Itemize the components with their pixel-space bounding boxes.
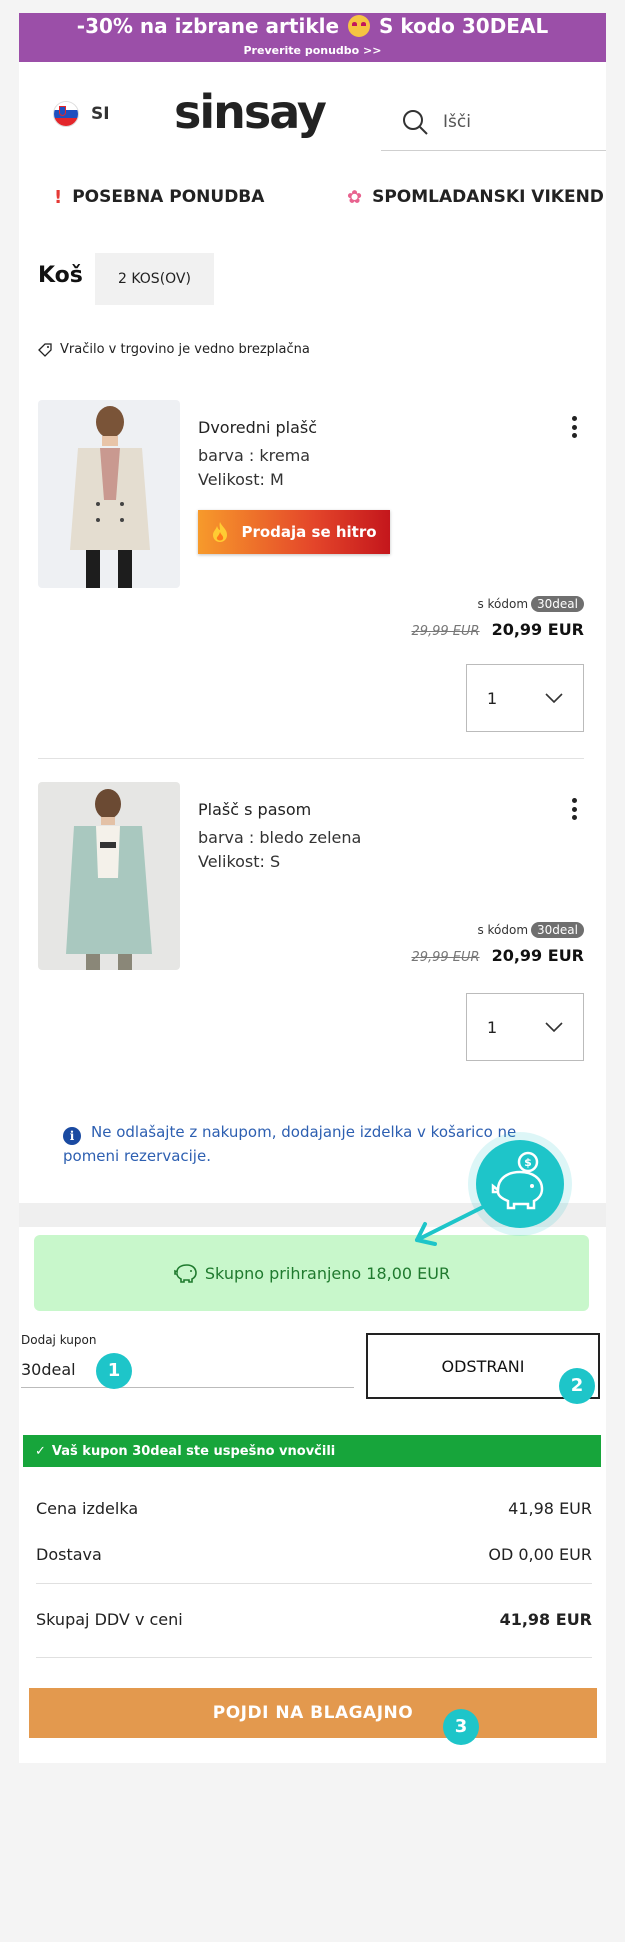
old-price: 29,99 EUR [411,624,480,639]
nav-item-label: SPOMLADANSKI VIKEND [372,187,604,207]
summary-divider [36,1657,592,1658]
items-price-label: Cena izdelka [36,1499,139,1518]
product-size: Velikost: S [198,852,281,871]
annotation-step-1: 1 [96,1353,132,1389]
quantity-select[interactable]: 1 [466,664,584,732]
info-text: Ne odlašajte z nakupom, dodajanje izdelk… [63,1123,517,1165]
slovenia-flag-icon [53,101,79,127]
summary-total-row: Skupaj DDV v ceni 41,98 EUR [36,1610,592,1629]
summary-shipping-row: Dostava OD 0,00 EUR [36,1545,592,1564]
exclamation-icon: ! [54,186,63,208]
cart-item: Plašč s pasom barva : bledo zelena Velik… [38,782,584,1072]
returns-note: Vračilo v trgovino je vedno brezplačna [38,342,310,357]
discount-code-line: s kódom 30deal [477,922,584,938]
piggy-bank-icon [174,1264,197,1283]
cart-item: Dvoredni plašč barva : krema Velikost: M… [38,400,584,740]
nav-item-spring-weekend[interactable]: ✿ SPOMLADANSKI VIKEND [347,173,604,221]
code-prefix: s kódom [477,923,529,937]
quantity-select[interactable]: 1 [466,993,584,1061]
selling-fast-badge: Prodaja se hitro [198,510,390,554]
shipping-label: Dostava [36,1545,102,1564]
search-icon[interactable] [401,108,429,136]
old-price: 29,99 EUR [411,950,480,965]
promo-headline: -30% na izbrane artikle S kodo 30DEAL [19,13,606,39]
item-divider [38,758,584,759]
info-icon: i [63,1127,81,1145]
annotation-arrow-icon [415,1204,487,1246]
coupon-success-text: Vaš kupon 30deal ste uspešno vnovčili [51,1443,336,1459]
discount-code-line: s kódom 30deal [477,596,584,612]
returns-note-text: Vračilo v trgovino je vedno brezplačna [60,342,310,357]
savings-text: Skupno prihranjeno 18,00 EUR [204,1263,451,1283]
annotation-step-2: 2 [559,1368,595,1404]
promo-link[interactable]: Preverite ponudbo >> [19,44,606,58]
price-line: 29,99 EUR 20,99 EUR [411,946,584,965]
coupon-success-banner: ✓ Vaš kupon 30deal ste uspešno vnovčili [23,1435,601,1467]
more-options-icon[interactable] [564,414,584,440]
shipping-value: OD 0,00 EUR [488,1545,592,1564]
price-line: 29,99 EUR 20,99 EUR [411,620,584,639]
quantity-value: 1 [487,688,498,708]
product-image-belted-coat[interactable] [38,782,180,970]
tag-icon [38,342,52,357]
product-name[interactable]: Plašč s pasom [198,800,311,819]
chevron-down-icon [545,693,563,703]
fire-icon [213,522,228,542]
promo-discount-text: -30% na izbrane artikle [76,14,340,38]
nav-item-special-offer[interactable]: ! POSEBNA PONUDBA [54,173,264,221]
product-color: barva : krema [198,446,311,465]
product-color: barva : bledo zelena [198,828,362,847]
annotation-step-3: 3 [443,1709,479,1745]
summary-divider [36,1583,592,1584]
quantity-value: 1 [487,1017,498,1037]
coupon-input[interactable] [21,1351,354,1388]
more-options-icon[interactable] [564,796,584,822]
nav-item-label: POSEBNA PONUDBA [72,187,265,207]
language-label: SI [91,104,110,124]
search-input[interactable] [443,111,593,132]
total-label: Skupaj DDV v ceni [36,1610,183,1629]
search-bar[interactable] [381,93,606,151]
cart-count-badge: 2 KOS(OV) [95,253,214,305]
heart-eyes-emoji-icon [348,15,371,37]
chevron-down-icon [545,1022,563,1032]
checkout-button[interactable]: POJDI NA BLAGAJNO [29,1688,597,1738]
cart-page: -30% na izbrane artikle S kodo 30DEAL Pr… [19,13,606,1763]
items-price-value: 41,98 EUR [508,1499,592,1518]
new-price: 20,99 EUR [491,946,584,965]
code-pill: 30deal [531,922,584,938]
category-nav: ! POSEBNA PONUDBA ✿ SPOMLADANSKI VIKEND [19,173,606,221]
flower-icon: ✿ [347,186,363,208]
new-price: 20,99 EUR [491,620,584,639]
summary-items-row: Cena izdelka 41,98 EUR [36,1499,592,1518]
coupon-label: Dodaj kupon [21,1333,97,1347]
code-pill: 30deal [531,596,584,612]
badge-label: Prodaja se hitro [241,523,377,541]
sinsay-logo[interactable]: sinsay [174,85,327,139]
svg-text:$: $ [524,1156,532,1169]
promo-banner[interactable]: -30% na izbrane artikle S kodo 30DEAL Pr… [19,13,606,62]
cart-title: Koš [38,263,83,288]
savings-banner: Skupno prihranjeno 18,00 EUR [34,1235,589,1311]
total-value: 41,98 EUR [499,1610,592,1629]
checkmark-icon: ✓ [35,1443,46,1459]
product-size: Velikost: M [198,470,284,489]
product-image-double-breasted-coat[interactable] [38,400,180,588]
code-prefix: s kódom [477,597,529,611]
promo-code-text: S kodo 30DEAL [378,14,549,38]
reservation-info: i Ne odlašajte z nakupom, dodajanje izdel… [63,1121,533,1168]
product-name[interactable]: Dvoredni plašč [198,418,317,437]
language-selector[interactable]: SI [53,101,110,127]
